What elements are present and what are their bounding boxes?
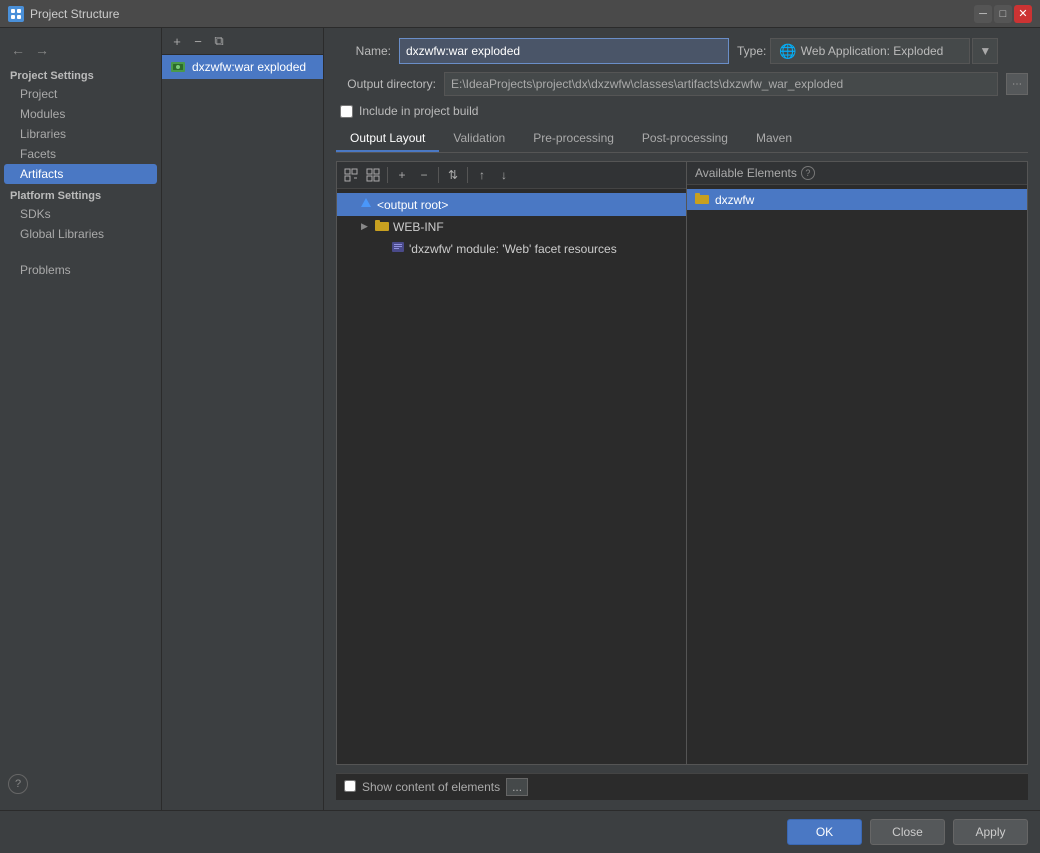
sidebar-item-global-libraries[interactable]: Global Libraries bbox=[0, 224, 161, 244]
web-inf-folder-icon bbox=[375, 219, 389, 234]
web-facet-icon bbox=[391, 240, 405, 257]
tree-item-output-root[interactable]: <output root> bbox=[337, 193, 686, 216]
add-artifact-button[interactable]: + bbox=[168, 32, 186, 50]
tree-item-web-inf[interactable]: ▶ WEB-INF bbox=[337, 216, 686, 237]
name-input[interactable] bbox=[399, 38, 729, 64]
show-content-check bbox=[344, 780, 356, 795]
move-up-button[interactable]: ↑ bbox=[472, 165, 492, 185]
help-button[interactable]: ? bbox=[8, 774, 28, 794]
forward-button[interactable]: → bbox=[32, 40, 52, 60]
type-label: Type: bbox=[737, 44, 766, 58]
type-wrapper: Type: 🌐 Web Application: Exploded ▼ bbox=[737, 38, 998, 64]
remove-artifact-button[interactable]: − bbox=[189, 32, 207, 50]
include-build-row: Include in project build bbox=[336, 104, 1028, 118]
move-down-button[interactable]: ↓ bbox=[494, 165, 514, 185]
include-build-label[interactable]: Include in project build bbox=[359, 104, 478, 118]
tab-output-layout[interactable]: Output Layout bbox=[336, 126, 439, 152]
project-settings-label: Project Settings bbox=[0, 64, 161, 84]
elements-help-icon[interactable]: ? bbox=[801, 166, 815, 180]
show-content-checkbox[interactable] bbox=[344, 780, 356, 792]
tree-toolbar: + − ⇅ ↑ ↓ bbox=[337, 162, 686, 189]
type-display: 🌐 Web Application: Exploded bbox=[770, 38, 970, 64]
window-title: Project Structure bbox=[30, 7, 968, 21]
elements-content: dxzwfw bbox=[687, 185, 1027, 764]
sidebar-item-problems[interactable]: Problems bbox=[0, 260, 161, 280]
name-label: Name: bbox=[336, 44, 391, 58]
sidebar-item-facets[interactable]: Facets bbox=[0, 144, 161, 164]
content-area: ← → Project Settings Project Modules Lib… bbox=[0, 28, 1040, 810]
main-container: ← → Project Settings Project Modules Lib… bbox=[0, 28, 1040, 853]
layout-bottom-bar: Show content of elements ... bbox=[336, 773, 1028, 800]
tab-validation[interactable]: Validation bbox=[439, 126, 519, 152]
tree-item-web-inf-label: WEB-INF bbox=[393, 220, 444, 234]
browse-dir-button[interactable]: ⋯ bbox=[1006, 73, 1028, 95]
output-root-icon bbox=[359, 196, 373, 213]
expand-tree-button[interactable] bbox=[341, 165, 361, 185]
minimize-button[interactable]: ─ bbox=[974, 5, 992, 23]
sidebar-item-libraries[interactable]: Libraries bbox=[0, 124, 161, 144]
artifact-item-label: dxzwfw:war exploded bbox=[192, 60, 306, 74]
artifact-list: + − ⧉ dxzwfw:war exploded bbox=[162, 28, 324, 810]
tree-area: + − ⇅ ↑ ↓ bbox=[337, 162, 687, 764]
show-content-label[interactable]: Show content of elements bbox=[362, 780, 500, 794]
artifact-item-icon bbox=[170, 59, 186, 75]
config-panel: Name: Type: 🌐 Web Application: Exploded … bbox=[324, 28, 1040, 810]
collapse-tree-button[interactable] bbox=[363, 165, 383, 185]
element-dxzwfw-icon bbox=[695, 192, 709, 207]
tab-maven[interactable]: Maven bbox=[742, 126, 806, 152]
sidebar: ← → Project Settings Project Modules Lib… bbox=[0, 28, 162, 810]
name-type-row: Name: Type: 🌐 Web Application: Exploded … bbox=[336, 38, 1028, 64]
element-dxzwfw-label: dxzwfw bbox=[715, 193, 754, 207]
apply-button[interactable]: Apply bbox=[953, 819, 1028, 845]
sidebar-item-artifacts[interactable]: Artifacts bbox=[4, 164, 157, 184]
output-dir-row: Output directory: ⋯ bbox=[336, 72, 1028, 96]
main-panel: Name: Type: 🌐 Web Application: Exploded … bbox=[324, 28, 1040, 810]
artifact-item-dxzwfw[interactable]: dxzwfw:war exploded bbox=[162, 55, 323, 79]
type-value-text: Web Application: Exploded bbox=[801, 44, 944, 58]
ok-button[interactable]: OK bbox=[787, 819, 862, 845]
window-controls: ─ □ ✕ bbox=[974, 5, 1032, 23]
back-button[interactable]: ← bbox=[8, 40, 28, 60]
tabs-bar: Output Layout Validation Pre-processing … bbox=[336, 126, 1028, 153]
tab-pre-processing[interactable]: Pre-processing bbox=[519, 126, 628, 152]
elements-title-text: Available Elements bbox=[695, 166, 797, 180]
add-tree-item-button[interactable]: + bbox=[392, 165, 412, 185]
tree-item-web-facet[interactable]: 'dxzwfw' module: 'Web' facet resources bbox=[337, 237, 686, 260]
tree-separator-1 bbox=[387, 167, 388, 183]
tree-content: <output root> ▶ bbox=[337, 189, 686, 764]
include-build-checkbox[interactable] bbox=[340, 105, 353, 118]
expand-icon-web-inf: ▶ bbox=[361, 221, 371, 232]
close-button-footer[interactable]: Close bbox=[870, 819, 945, 845]
sidebar-item-project[interactable]: Project bbox=[0, 84, 161, 104]
sidebar-bottom: ? bbox=[0, 766, 161, 802]
tree-separator-2 bbox=[438, 167, 439, 183]
sort-tree-button[interactable]: ⇅ bbox=[443, 165, 463, 185]
middle-area: + − ⧉ dxzwfw:war exploded bbox=[162, 28, 1040, 810]
tree-item-web-facet-label: 'dxzwfw' module: 'Web' facet resources bbox=[409, 242, 617, 256]
footer: OK Close Apply bbox=[0, 810, 1040, 853]
layout-panel: + − ⇅ ↑ ↓ bbox=[336, 161, 1028, 765]
artifact-toolbar: + − ⧉ bbox=[162, 28, 323, 55]
type-dropdown-button[interactable]: ▼ bbox=[972, 38, 998, 64]
sidebar-item-modules[interactable]: Modules bbox=[0, 104, 161, 124]
remove-tree-item-button[interactable]: − bbox=[414, 165, 434, 185]
elements-area: Available Elements ? bbox=[687, 162, 1027, 764]
elements-header: Available Elements ? bbox=[687, 162, 1027, 185]
dots-button[interactable]: ... bbox=[506, 778, 528, 796]
output-dir-label: Output directory: bbox=[336, 77, 436, 91]
close-button[interactable]: ✕ bbox=[1014, 5, 1032, 23]
element-item-dxzwfw[interactable]: dxzwfw bbox=[687, 189, 1027, 210]
sidebar-item-sdks[interactable]: SDKs bbox=[0, 204, 161, 224]
tree-separator-3 bbox=[467, 167, 468, 183]
maximize-button[interactable]: □ bbox=[994, 5, 1012, 23]
output-dir-input[interactable] bbox=[444, 72, 998, 96]
copy-artifact-button[interactable]: ⧉ bbox=[210, 32, 228, 50]
app-icon bbox=[8, 6, 24, 22]
tab-post-processing[interactable]: Post-processing bbox=[628, 126, 742, 152]
sidebar-nav: ← → bbox=[0, 36, 161, 64]
platform-settings-label: Platform Settings bbox=[0, 184, 161, 204]
title-bar: Project Structure ─ □ ✕ bbox=[0, 0, 1040, 28]
tree-item-output-root-label: <output root> bbox=[377, 198, 448, 212]
